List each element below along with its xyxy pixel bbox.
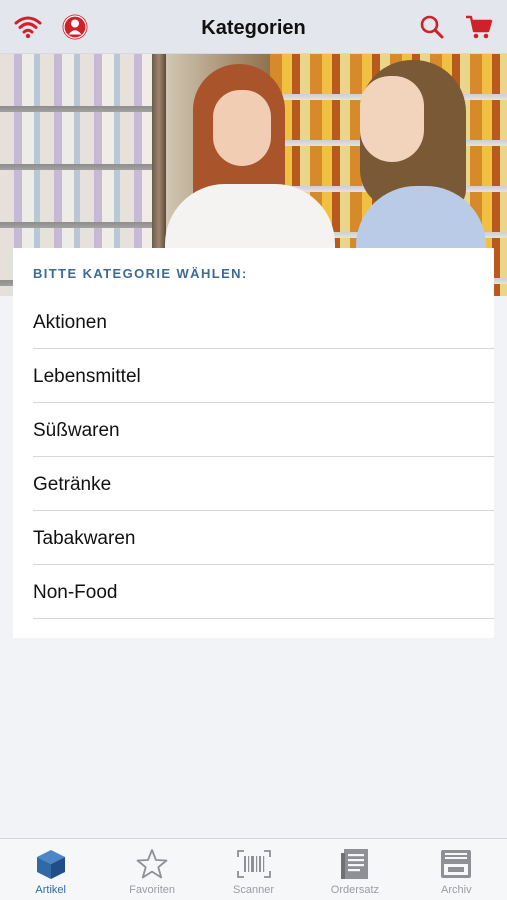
archive-icon: [439, 848, 473, 880]
bottom-tab-bar: Artikel Favoriten Scanner Ordersatz Arch…: [0, 838, 507, 900]
tab-scanner[interactable]: Scanner: [203, 839, 304, 900]
category-label: Non-Food: [33, 582, 118, 603]
category-heading: BITTE KATEGORIE WÄHLEN:: [33, 266, 248, 281]
category-label: Lebensmittel: [33, 366, 141, 387]
category-list: Aktionen Lebensmittel Süßwaren Getränke …: [13, 295, 494, 619]
star-icon: [135, 848, 169, 880]
tab-label: Archiv: [441, 884, 472, 896]
category-label: Süßwaren: [33, 420, 120, 441]
tab-label: Scanner: [233, 884, 274, 896]
shopper-left-face: [213, 90, 271, 166]
tab-label: Artikel: [35, 884, 66, 896]
tab-label: Ordersatz: [330, 884, 380, 896]
category-label: Getränke: [33, 474, 112, 495]
tab-archiv[interactable]: Archiv: [406, 839, 507, 900]
category-item-suesswaren[interactable]: Süßwaren: [13, 403, 494, 457]
category-card: BITTE KATEGORIE WÄHLEN: Aktionen Lebensm…: [13, 248, 494, 638]
wifi-icon[interactable]: [12, 11, 44, 43]
shopper-right-face: [360, 76, 424, 162]
category-item-lebensmittel[interactable]: Lebensmittel: [13, 349, 494, 403]
document-icon: [338, 848, 372, 880]
category-item-aktionen[interactable]: Aktionen: [13, 295, 494, 349]
top-navbar: Kategorien: [0, 0, 507, 54]
tab-favoriten[interactable]: Favoriten: [101, 839, 202, 900]
cube-icon: [34, 848, 68, 880]
category-label: Aktionen: [33, 312, 107, 333]
search-icon[interactable]: [416, 11, 448, 43]
tab-artikel[interactable]: Artikel: [0, 839, 101, 900]
tab-label: Favoriten: [129, 884, 176, 896]
category-item-getraenke[interactable]: Getränke: [13, 457, 494, 511]
cart-icon[interactable]: [463, 11, 495, 43]
category-item-non-food[interactable]: Non-Food: [13, 565, 494, 619]
user-icon[interactable]: [59, 11, 91, 43]
category-item-tabakwaren[interactable]: Tabakwaren: [13, 511, 494, 565]
category-label: Tabakwaren: [33, 528, 136, 549]
barcode-icon: [236, 848, 271, 880]
tab-ordersatz[interactable]: Ordersatz: [304, 839, 405, 900]
